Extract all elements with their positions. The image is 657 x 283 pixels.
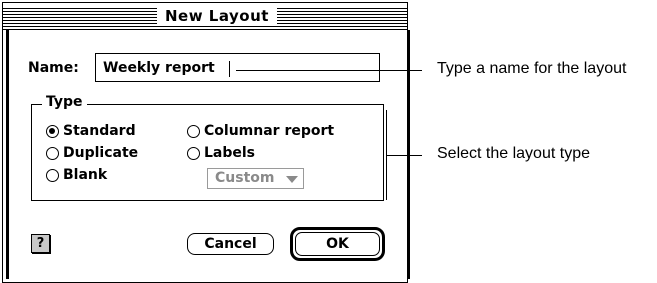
radio-duplicate[interactable]: Duplicate [46, 145, 138, 161]
type-callout-text: Select the layout type [437, 145, 590, 162]
radio-labels[interactable]: Labels [187, 145, 255, 161]
radio-labels-label: Labels [204, 145, 256, 161]
radio-selected-icon [46, 124, 59, 138]
radio-blank-label: Blank [63, 167, 108, 183]
radio-unselected-icon [187, 146, 200, 160]
radio-unselected-icon [46, 168, 59, 182]
radio-columnar-report[interactable]: Columnar report [187, 123, 334, 139]
chevron-down-icon [286, 176, 298, 183]
radio-unselected-icon [187, 124, 200, 138]
radio-unselected-icon [46, 146, 59, 160]
cancel-button[interactable]: Cancel [187, 233, 274, 255]
radio-standard[interactable]: Standard [46, 123, 136, 139]
text-caret [229, 61, 230, 77]
dialog-title: New Layout [157, 5, 277, 26]
radio-duplicate-label: Duplicate [63, 145, 139, 161]
title-bar[interactable]: New Layout [3, 3, 407, 30]
name-label: Name: [28, 60, 79, 76]
name-field-value: Weekly report [103, 60, 215, 76]
labels-popup-value: Custom [215, 170, 275, 186]
radio-columnar-report-label: Columnar report [204, 123, 335, 139]
name-callout-line [236, 70, 422, 71]
type-group-title: Type [42, 94, 87, 110]
labels-popup-menu[interactable]: Custom [207, 168, 304, 189]
ok-button[interactable]: OK [295, 232, 380, 256]
name-field[interactable]: Weekly report [95, 53, 380, 82]
type-callout-line [386, 155, 422, 156]
name-callout-text: Type a name for the layout [437, 60, 627, 77]
help-button[interactable]: ? [31, 234, 50, 253]
radio-blank[interactable]: Blank [46, 167, 107, 183]
radio-standard-label: Standard [63, 123, 136, 139]
